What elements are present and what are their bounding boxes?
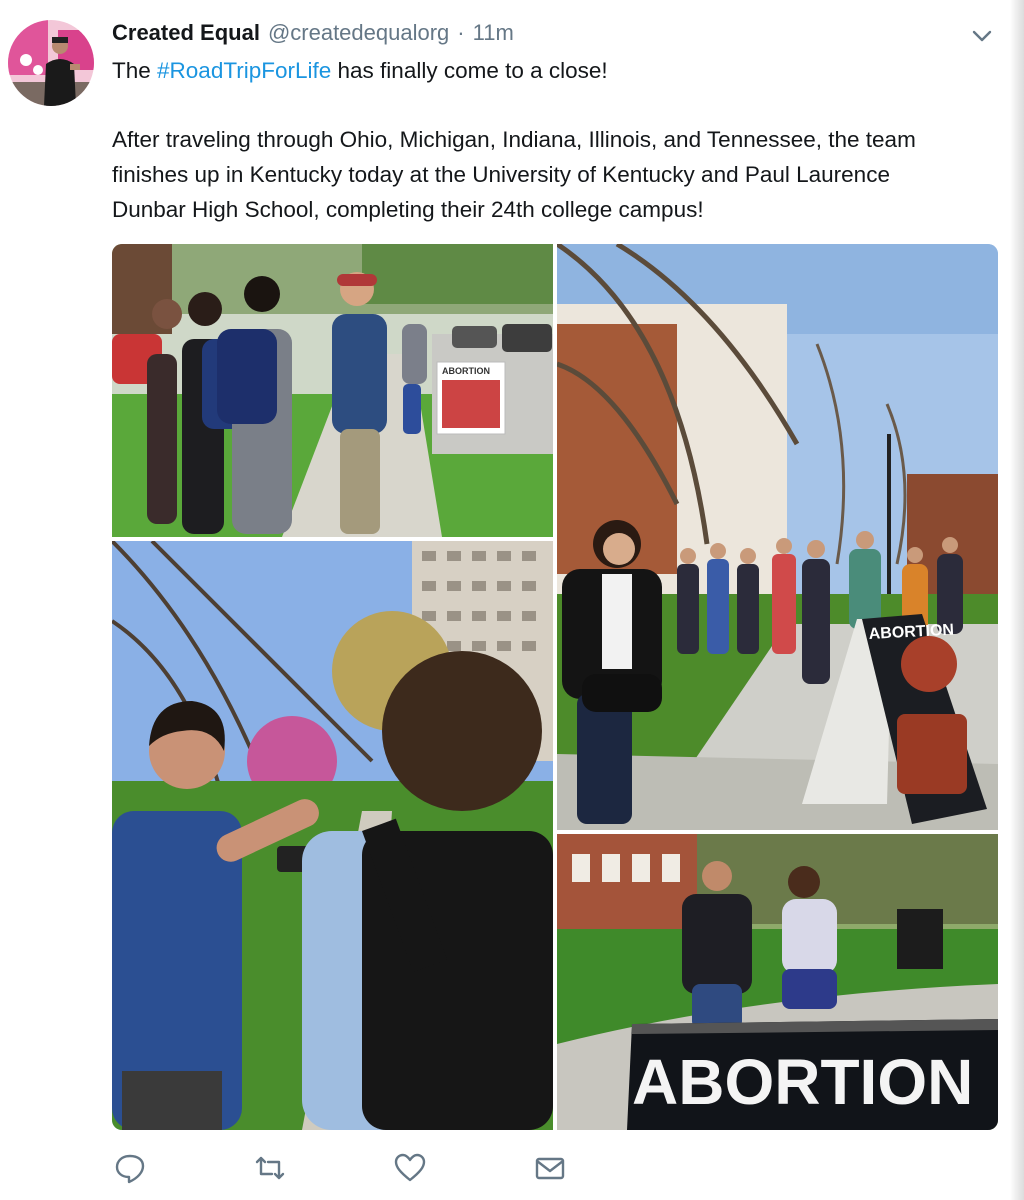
envelope-icon[interactable] — [532, 1150, 568, 1186]
tweet-text-prefix: The — [112, 58, 158, 83]
tweet-text-line-1: The #RoadTripForLife has finally come to… — [112, 53, 608, 88]
heart-icon[interactable] — [392, 1150, 428, 1186]
display-name[interactable]: Created Equal — [112, 20, 260, 46]
sign-abortion-text: ABORTION — [632, 1046, 973, 1118]
tweet-header: Created Equal @createdequalorg · 11m — [112, 20, 514, 50]
photo-student-conversation[interactable] — [112, 541, 553, 1130]
photo-sign-text: ABORTION — [442, 366, 490, 376]
user-handle[interactable]: @createdequalorg — [268, 20, 449, 46]
media-collage[interactable]: ABORTION ABORTION ABORTION — [112, 244, 998, 1130]
chevron-down-icon[interactable] — [970, 26, 994, 46]
hashtag-link[interactable]: #RoadTripForLife — [157, 58, 331, 83]
photo-campus-walkway[interactable]: ABORTION — [557, 244, 998, 830]
reply-icon[interactable] — [112, 1150, 148, 1186]
tweet-text-line-2: After traveling through Ohio, Michigan, … — [112, 127, 916, 152]
window-edge — [1010, 0, 1024, 1200]
tweet-text-line-3: finishes up in Kentucky today at the Uni… — [112, 162, 890, 187]
avatar[interactable] — [8, 20, 94, 106]
retweet-icon[interactable] — [252, 1150, 288, 1186]
tweet-text-line-4: Dunbar High School, completing their 24t… — [112, 197, 704, 222]
photo-abortion-sign[interactable]: ABORTION — [557, 834, 998, 1130]
photo-students-sidewalk[interactable]: ABORTION — [112, 244, 553, 537]
separator-dot: · — [457, 20, 465, 45]
tweet-text-suffix: has finally come to a close! — [331, 58, 608, 83]
timestamp[interactable]: 11m — [473, 20, 514, 46]
